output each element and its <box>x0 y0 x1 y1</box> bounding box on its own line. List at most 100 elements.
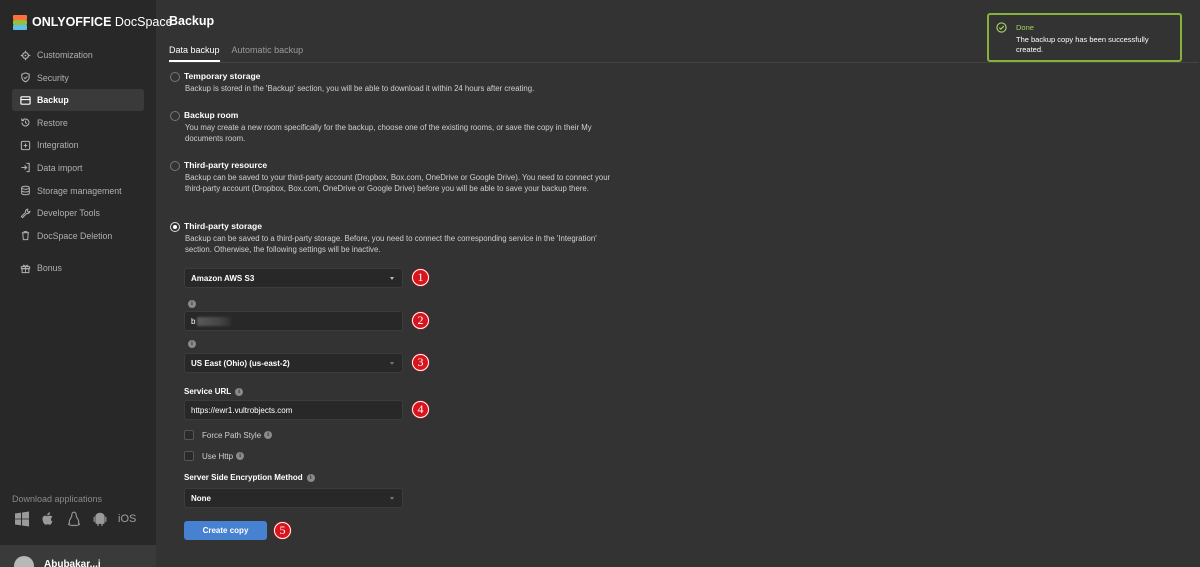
tab-bar: Data backup Automatic backup <box>169 45 303 62</box>
sidebar-item-bonus[interactable]: Bonus <box>12 257 144 279</box>
checkbox-label: Use Http <box>202 451 234 461</box>
sidebar-item-integration[interactable]: Integration <box>12 134 144 156</box>
sse-label: Server Side Encryption Method i <box>184 473 315 482</box>
tabs-divider <box>169 62 1199 63</box>
sidebar-item-label: Storage management <box>37 185 122 196</box>
radio-backup-room[interactable] <box>170 111 180 121</box>
info-icon[interactable]: i <box>306 473 315 482</box>
create-copy-button[interactable]: Create copy <box>184 521 267 540</box>
settings-nav: Customization Security Backup Restore In… <box>12 44 144 280</box>
tab-automatic-backup[interactable]: Automatic backup <box>232 45 304 62</box>
sidebar-item-data-import[interactable]: Data import <box>12 157 144 179</box>
sidebar-item-label: Bonus <box>37 263 62 274</box>
sidebar-item-label: Security <box>37 72 69 83</box>
sidebar-item-label: Developer Tools <box>37 208 100 219</box>
logo-brand: ONLYOFFICE <box>32 15 112 29</box>
sidebar-item-label: DocSpace Deletion <box>37 230 113 241</box>
sidebar: ONLYOFFICE DocSpace Customization Securi… <box>0 0 173 567</box>
storage-icon <box>20 185 31 196</box>
info-icon[interactable]: i <box>188 300 196 308</box>
windows-icon[interactable] <box>14 511 30 527</box>
sidebar-item-label: Integration <box>37 140 79 151</box>
sidebar-item-restore[interactable]: Restore <box>12 112 144 134</box>
service-url-value: https://ewr1.vultrobjects.com <box>191 405 293 415</box>
checkbox[interactable] <box>184 430 194 440</box>
option-title: Backup room <box>184 110 239 120</box>
page-title: Backup <box>169 14 215 28</box>
download-apps-label: Download applications <box>12 494 103 504</box>
sidebar-item-security[interactable]: Security <box>12 67 144 89</box>
shield-icon <box>20 72 31 83</box>
sidebar-item-label: Backup <box>37 95 69 106</box>
info-icon[interactable]: i <box>236 452 245 460</box>
sidebar-item-label: Restore <box>37 117 68 128</box>
chevron-down-icon <box>390 277 394 280</box>
sidebar-item-backup[interactable]: Backup <box>12 89 144 112</box>
backup-icon <box>20 95 31 106</box>
ios-link[interactable]: iOS <box>118 513 136 525</box>
redacted-text <box>197 316 232 326</box>
info-icon[interactable]: i <box>188 340 196 348</box>
force-path-style-checkbox[interactable]: Force Path Style i <box>184 430 273 440</box>
onlyoffice-logo-icon <box>12 14 28 30</box>
option-description: You may create a new room specifically f… <box>185 123 592 143</box>
bucket-value: b <box>191 316 196 326</box>
info-icon[interactable]: i <box>264 431 273 439</box>
linux-icon[interactable] <box>66 511 82 527</box>
tab-data-backup[interactable]: Data backup <box>169 45 220 62</box>
step-badge-2: 2 <box>412 312 429 329</box>
radio-temporary-storage[interactable] <box>170 72 180 82</box>
step-badge-4: 4 <box>412 401 429 418</box>
info-icon[interactable]: i <box>235 387 244 396</box>
step-badge-5: 5 <box>274 522 291 539</box>
integration-icon <box>20 140 31 151</box>
service-url-label: Service URL i <box>184 387 244 396</box>
step-badge-1: 1 <box>412 269 429 286</box>
option-description: Backup can be saved to a third-party sto… <box>185 234 597 254</box>
option-title: Temporary storage <box>184 71 261 81</box>
sidebar-item-label: Customization <box>37 50 93 60</box>
sidebar-item-customization[interactable]: Customization <box>12 44 144 66</box>
storage-provider-value: Amazon AWS S3 <box>191 273 255 283</box>
sidebar-item-developer-tools[interactable]: Developer Tools <box>12 202 144 224</box>
checkbox-label: Force Path Style <box>202 430 262 440</box>
user-name: Abubakar...i <box>44 559 101 567</box>
sidebar-item-label: Data import <box>37 162 83 173</box>
region-select[interactable]: US East (Ohio) (us-east-2) <box>184 353 403 373</box>
customization-icon <box>20 50 31 61</box>
download-apps-links: iOS <box>14 511 136 527</box>
radio-third-party-resource[interactable] <box>170 161 180 171</box>
macos-icon[interactable] <box>40 511 56 527</box>
region-value: US East (Ohio) (us-east-2) <box>191 358 290 368</box>
chevron-down-icon <box>390 497 394 500</box>
option-description: Backup can be saved to your third-party … <box>185 173 611 193</box>
app-logo[interactable]: ONLYOFFICE DocSpace <box>12 13 173 31</box>
bucket-input[interactable]: b <box>184 311 403 331</box>
use-http-checkbox[interactable]: Use Http i <box>184 451 245 461</box>
wrench-icon <box>20 208 31 219</box>
sse-method-value: None <box>191 493 211 503</box>
radio-third-party-storage[interactable] <box>170 222 180 232</box>
android-icon[interactable] <box>92 511 108 527</box>
restore-icon <box>20 117 31 128</box>
sse-method-select[interactable]: None <box>184 488 403 508</box>
checkbox[interactable] <box>184 451 194 461</box>
gift-icon <box>20 263 31 274</box>
storage-provider-select[interactable]: Amazon AWS S3 <box>184 268 403 288</box>
avatar[interactable] <box>14 556 34 567</box>
sidebar-item-storage-management[interactable]: Storage management <box>12 180 144 202</box>
toast-message: The backup copy has been successfully cr… <box>1016 35 1149 54</box>
chevron-down-icon <box>390 362 394 365</box>
trash-icon <box>20 230 31 241</box>
sidebar-item-docspace-deletion[interactable]: DocSpace Deletion <box>12 225 144 247</box>
step-badge-3: 3 <box>412 354 429 371</box>
option-title: Third-party resource <box>184 160 268 170</box>
option-description: Backup is stored in the 'Backup' section… <box>185 84 535 93</box>
service-url-input[interactable]: https://ewr1.vultrobjects.com <box>184 400 403 420</box>
check-circle-icon <box>996 22 1007 33</box>
toast-title: Done <box>1016 23 1034 32</box>
option-title: Third-party storage <box>184 221 262 231</box>
user-profile-bar[interactable]: Abubakar...i <box>0 545 156 567</box>
success-toast[interactable]: Done The backup copy has been successful… <box>987 13 1182 62</box>
import-icon <box>20 162 31 173</box>
